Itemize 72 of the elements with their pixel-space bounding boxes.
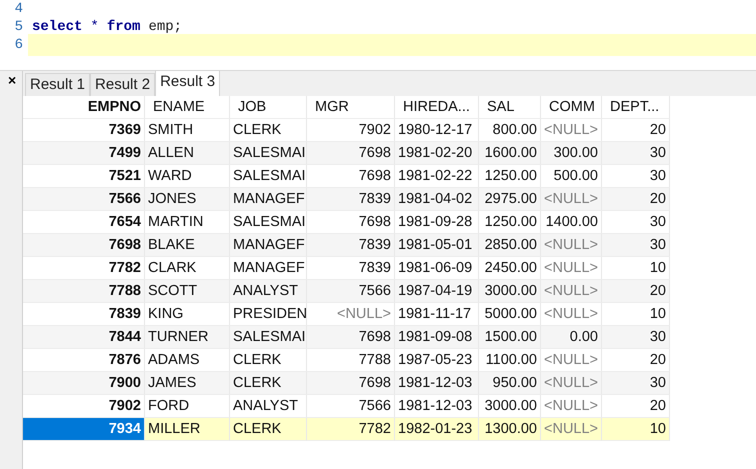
table-cell: BLAKE	[145, 234, 230, 257]
table-cell: 30	[602, 372, 670, 395]
result-tab[interactable]: Result 2	[90, 73, 156, 96]
table-cell: TURNER	[145, 326, 230, 349]
table-cell: 950.00	[479, 372, 541, 395]
table-cell: MANAGEF	[230, 234, 307, 257]
table-cell: 7566	[307, 280, 395, 303]
table-cell: 7698	[307, 326, 395, 349]
table-cell: MILLER	[145, 418, 230, 441]
result-tab[interactable]: Result 3	[155, 70, 220, 96]
column-header[interactable]: MGR	[307, 96, 395, 119]
column-header[interactable]: SAL	[479, 96, 541, 119]
table-cell: 7698	[307, 142, 395, 165]
table-cell: 7566	[23, 188, 145, 211]
table-cell: 1300.00	[479, 418, 541, 441]
table-cell: CLERK	[230, 372, 307, 395]
table-cell: 7499	[23, 142, 145, 165]
table-cell: ANALYST	[230, 280, 307, 303]
code-line: select * from emp;	[31, 18, 184, 36]
table-cell: 7698	[23, 234, 145, 257]
result-tab[interactable]: Result 1	[25, 73, 90, 96]
table-cell: 1981-04-02	[395, 188, 479, 211]
table-cell: 1987-04-19	[395, 280, 479, 303]
table-cell: 7839	[307, 188, 395, 211]
table-cell: 20	[602, 280, 670, 303]
table-cell: JAMES	[145, 372, 230, 395]
close-icon[interactable]: ×	[8, 73, 16, 87]
line-number: 4	[14, 1, 24, 17]
table-cell: 30	[602, 142, 670, 165]
table-cell: MANAGEF	[230, 188, 307, 211]
table-cell: 1600.00	[479, 142, 541, 165]
table-cell: JONES	[145, 188, 230, 211]
column-header[interactable]: ENAME	[145, 96, 230, 119]
column-header[interactable]: HIREDA...	[395, 96, 479, 119]
table-cell: 1981-12-03	[395, 372, 479, 395]
null-cell: <NULL>	[541, 188, 602, 211]
table-cell: 0.00	[541, 326, 602, 349]
column-header[interactable]: EMPNO	[23, 96, 145, 119]
table-cell: SCOTT	[145, 280, 230, 303]
table-cell: 7788	[23, 280, 145, 303]
null-cell: <NULL>	[541, 234, 602, 257]
table-cell: 30	[602, 234, 670, 257]
table-cell: 7782	[307, 418, 395, 441]
table-cell: 1981-05-01	[395, 234, 479, 257]
column-header[interactable]: JOB	[230, 96, 307, 119]
null-cell: <NULL>	[541, 372, 602, 395]
table-cell: 7900	[23, 372, 145, 395]
table-cell: SALESMAI	[230, 326, 307, 349]
table-cell: 7839	[307, 234, 395, 257]
column-header[interactable]: COMM	[541, 96, 602, 119]
table-cell: 3000.00	[479, 280, 541, 303]
table-cell: 10	[602, 418, 670, 441]
table-cell: 2850.00	[479, 234, 541, 257]
null-cell: <NULL>	[541, 418, 602, 441]
table-cell: 1981-09-08	[395, 326, 479, 349]
table-cell: 300.00	[541, 142, 602, 165]
table-cell: 30	[602, 326, 670, 349]
table-cell: 2975.00	[479, 188, 541, 211]
table-cell: 7698	[307, 372, 395, 395]
table-cell: 20	[602, 188, 670, 211]
table-cell: ALLEN	[145, 142, 230, 165]
line-number: 6	[14, 37, 24, 53]
table-cell: SALESMAI	[230, 142, 307, 165]
table-cell: 7844	[23, 326, 145, 349]
table-cell: 1981-02-20	[395, 142, 479, 165]
column-header[interactable]: DEPT...	[602, 96, 670, 119]
table-cell: 1982-01-23	[395, 418, 479, 441]
null-cell: <NULL>	[541, 280, 602, 303]
table-cell: CLERK	[230, 418, 307, 441]
table-cell: 7934	[23, 418, 145, 441]
table-cell: 1500.00	[479, 326, 541, 349]
line-number: 5	[14, 19, 24, 35]
